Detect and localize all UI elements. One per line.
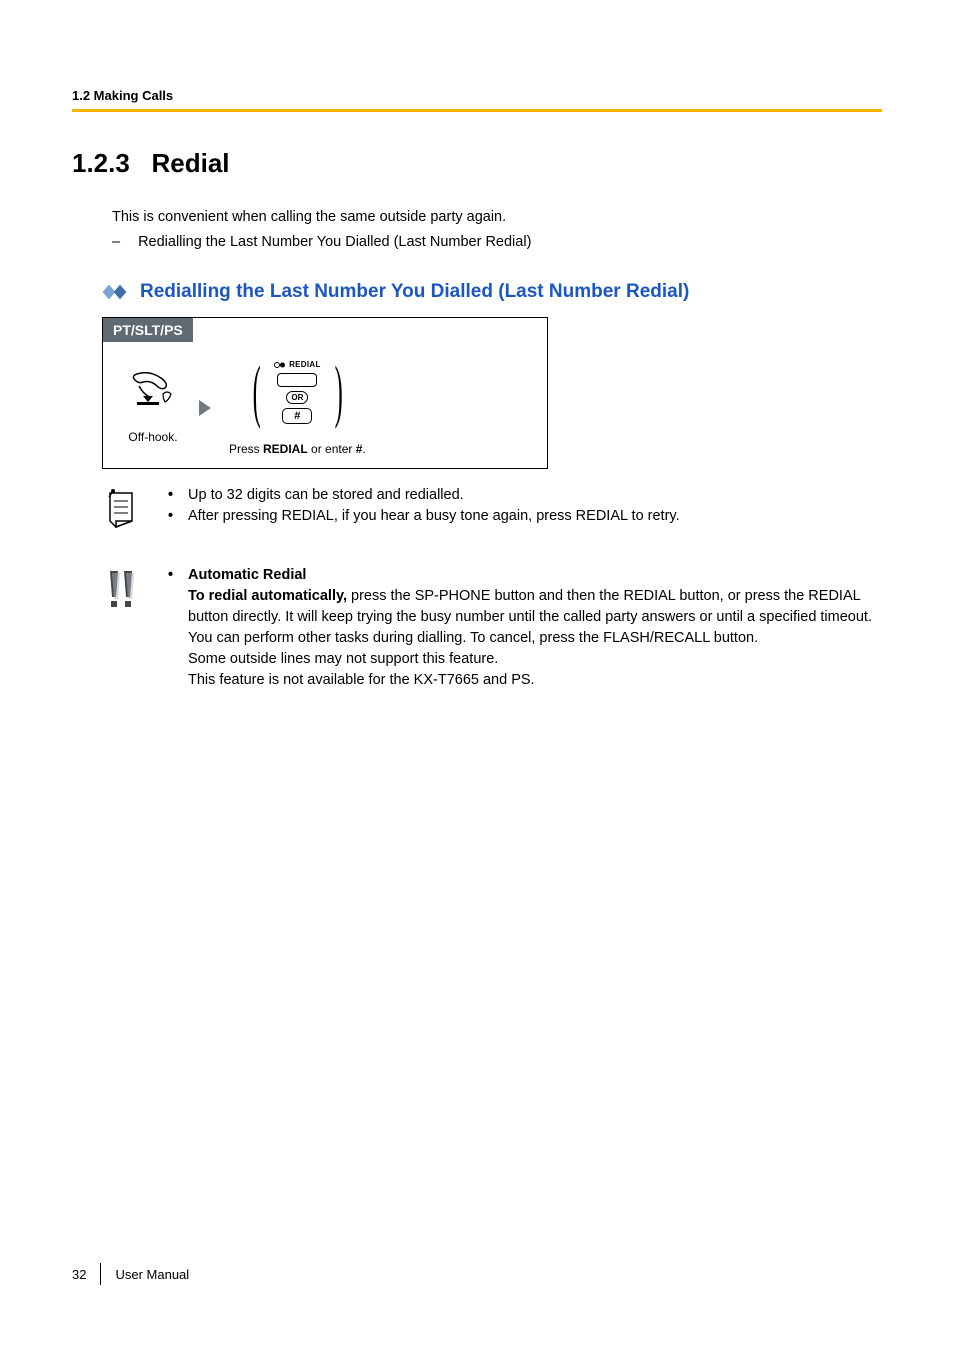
important-icon (102, 565, 146, 691)
note2-p2: You can perform other tasks during diall… (188, 628, 882, 649)
header-rule (72, 109, 882, 112)
redial-label-row: REDIAL (274, 360, 321, 369)
procedure-tab: PT/SLT/PS (103, 318, 193, 342)
section-title: 1.2.3 Redial (72, 148, 882, 179)
handset-icon (125, 372, 181, 412)
cap-mid: or enter (308, 442, 356, 456)
step-offhook-caption: Off-hook. (128, 430, 177, 444)
note-icon (102, 485, 146, 531)
note2-heading-text: Automatic Redial (188, 567, 306, 583)
procedure-box: PT/SLT/PS (102, 317, 548, 469)
note2-p1-bold: To redial automatically, (188, 588, 347, 604)
page-number: 32 (72, 1267, 86, 1282)
feature-link-item: – Redialling the Last Number You Dialled… (112, 232, 882, 253)
arrow-icon (199, 400, 211, 416)
diamond-icon (102, 284, 130, 300)
or-pill: OR (286, 391, 308, 404)
redial-button-icon (277, 373, 317, 387)
step-offhook: Off-hook. (125, 372, 181, 444)
intro-text: This is convenient when calling the same… (112, 207, 882, 228)
cap-bold1: REDIAL (263, 442, 308, 456)
note2-heading: Automatic Redial (168, 565, 882, 586)
note1-bullet2: After pressing REDIAL, if you hear a bus… (168, 506, 882, 527)
step-redial: ( REDIAL OR # ) (229, 360, 366, 456)
page-footer: 32 User Manual (72, 1263, 189, 1285)
footer-doc-title: User Manual (115, 1267, 189, 1282)
note2-p3: Some outside lines may not support this … (188, 649, 882, 670)
note2-p4: This feature is not available for the KX… (188, 670, 882, 691)
section-number: 1.2.3 (72, 148, 130, 178)
cap-post: . (362, 442, 365, 456)
note2-p1: To redial automatically, press the SP-PH… (188, 586, 882, 628)
running-head: 1.2 Making Calls (72, 88, 882, 103)
redial-label: REDIAL (289, 360, 321, 369)
dash: – (112, 232, 120, 253)
cap-pre: Press (229, 442, 263, 456)
footer-divider (100, 1263, 101, 1285)
feature-link-text: Redialling the Last Number You Dialled (… (138, 232, 531, 253)
subsection-heading: Redialling the Last Number You Dialled (… (102, 281, 882, 303)
step-redial-caption: Press REDIAL or enter #. (229, 442, 366, 456)
section-name: Redial (152, 148, 230, 178)
paren-right: ) (334, 371, 342, 413)
paren-left: ( (252, 371, 260, 413)
subsection-title: Redialling the Last Number You Dialled (… (140, 281, 689, 303)
note1-bullet1: Up to 32 digits can be stored and redial… (168, 485, 882, 506)
hash-button-icon: # (282, 408, 312, 424)
